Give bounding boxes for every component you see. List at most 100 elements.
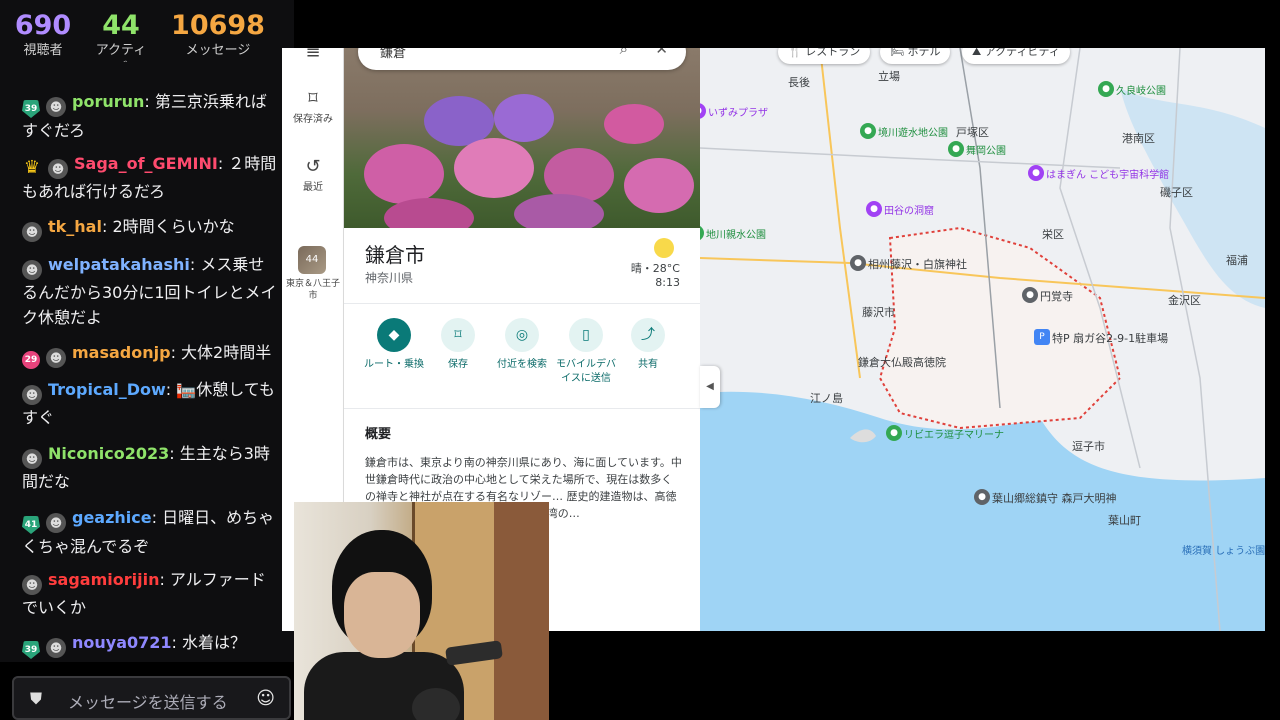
saved-button[interactable]: ⌑ 保存済み: [282, 88, 344, 125]
map-label[interactable]: いずみプラザ: [708, 104, 768, 119]
map-pin-icon[interactable]: ●: [1098, 81, 1114, 97]
map-label[interactable]: 立場: [878, 68, 900, 84]
photo-hydrangea: [604, 104, 664, 144]
map-label[interactable]: 鎌倉大仏殿高徳院: [858, 354, 946, 370]
map-label[interactable]: 福浦: [1226, 252, 1248, 268]
viewer-count: 690 視聴者: [14, 10, 72, 60]
category-chip[interactable]: 🍴 レストラン: [778, 48, 871, 64]
sub-badge-icon: 39: [22, 641, 40, 659]
menu-button[interactable]: ≡: [282, 48, 344, 64]
map-label[interactable]: 久良岐公園: [1116, 82, 1166, 97]
photo-hydrangea: [624, 158, 694, 213]
map-pin-icon[interactable]: ●: [850, 255, 866, 271]
action-label: 付近を検索: [497, 359, 547, 370]
webcam-microphone: [412, 688, 460, 720]
map-label[interactable]: 地川親水公園: [706, 226, 766, 241]
map-label[interactable]: 境川遊水地公園: [878, 124, 948, 139]
emoji-icon[interactable]: ☺: [256, 688, 275, 709]
map-label[interactable]: リビエラ逗子マリーナ: [904, 426, 1004, 441]
chat-message: ☻ tk_hal: 2時間くらいかな: [22, 214, 280, 242]
viewer-count-value: 690: [14, 10, 72, 41]
recent-place-label[interactable]: 東京＆八王子市: [282, 278, 344, 302]
chat-username[interactable]: Niconico2023: [48, 444, 169, 463]
user-avatar-icon: ☻: [22, 222, 42, 242]
map-label[interactable]: 円覚寺: [1040, 288, 1073, 304]
collapse-panel-button[interactable]: ◀: [700, 366, 720, 408]
chat-input[interactable]: ⛊ メッセージを送信する ☺: [12, 676, 291, 720]
divider: [344, 303, 700, 304]
map-label[interactable]: 藤沢市: [862, 304, 895, 320]
map-pin-icon[interactable]: ●: [860, 123, 876, 139]
map-pin-icon[interactable]: ●: [974, 489, 990, 505]
map-pin-icon[interactable]: ●: [1022, 287, 1038, 303]
recent-button[interactable]: ↺ 最近: [282, 156, 344, 193]
category-chip[interactable]: ⛰ アクティビティ: [962, 48, 1070, 64]
chat-message: 39 ☻ nouya0721: 水着は？: [22, 630, 280, 659]
history-icon: ↺: [305, 156, 321, 177]
action-label: 共有: [638, 359, 658, 370]
chat-username[interactable]: porurun: [72, 92, 144, 111]
chevron-left-icon: ◀: [706, 381, 714, 392]
close-icon[interactable]: ✕: [655, 48, 668, 58]
category-chip[interactable]: 🛏 ホテル: [880, 48, 951, 64]
map-pin-icon[interactable]: P: [1034, 329, 1050, 345]
chat-username[interactable]: geazhice: [72, 508, 152, 527]
map-pin-icon[interactable]: ●: [866, 201, 882, 217]
weather-info: 晴・28°C 8:13: [631, 262, 680, 290]
map-label[interactable]: 金沢区: [1168, 292, 1201, 308]
recent-place-thumbnail[interactable]: 44: [298, 246, 326, 274]
photo-hydrangea: [454, 138, 534, 198]
user-avatar-icon: ☻: [46, 97, 66, 117]
chat-username[interactable]: sagamiorijin: [48, 570, 159, 589]
action-button[interactable]: ◆ ルート・乗換: [362, 318, 426, 372]
chat-username[interactable]: tk_hal: [48, 217, 102, 236]
sub-badge-icon: 29: [22, 351, 40, 369]
map-label[interactable]: 舞岡公園: [966, 142, 1006, 157]
chat-message: ☻ welpatakahashi: メス乗せるんだから30分に1回トイレとメイク休…: [22, 252, 280, 330]
chat-username[interactable]: masadonjp: [72, 343, 171, 362]
chat-username[interactable]: nouya0721: [72, 633, 172, 652]
chat-username[interactable]: Saga_of_GEMINI: [74, 154, 218, 173]
map-label[interactable]: 田谷の洞窟: [884, 202, 934, 217]
user-avatar-icon: ☻: [46, 348, 66, 368]
map-label[interactable]: 相州藤沢・白旗神社: [868, 256, 967, 272]
map-label[interactable]: 特P 扇ガ谷2-9-1駐車場: [1052, 330, 1168, 346]
map-label[interactable]: 江ノ島: [810, 390, 843, 406]
map-canvas[interactable]: 🍴 レストラン🛏 ホテル⛰ アクティビティ 長後立場●いずみプラザ●境川遊水地公…: [700, 48, 1265, 631]
local-time: 8:13: [655, 276, 680, 289]
action-button[interactable]: ◎ 付近を検索: [490, 318, 554, 372]
map-label[interactable]: 栄区: [1042, 226, 1064, 242]
chat-message: ☻ sagamiorijin: アルファードでいくか: [22, 567, 280, 620]
map-label[interactable]: はまぎん こども宇宙科学館: [1046, 166, 1169, 181]
map-pin-icon[interactable]: ●: [886, 425, 902, 441]
map-label[interactable]: 戸塚区: [956, 124, 989, 140]
user-avatar-icon: ☻: [22, 385, 42, 405]
place-subtitle: 神奈川県: [365, 271, 414, 285]
chat-message: 29 ☻ masadonjp: 大体2時間半: [22, 340, 280, 369]
map-label[interactable]: 横須賀 しょうぶ園: [1182, 542, 1265, 557]
place-photo[interactable]: [344, 48, 700, 228]
nearby-icon: ◎: [505, 318, 539, 352]
map-label[interactable]: 逗子市: [1072, 438, 1105, 454]
chat-username[interactable]: Tropical_Dow: [48, 380, 166, 399]
overview-heading: 概要: [365, 427, 392, 442]
chat-username[interactable]: welpatakahashi: [48, 255, 190, 274]
action-label: モバイルデバイスに送信: [556, 359, 616, 384]
map-label[interactable]: 葉山町: [1108, 512, 1141, 528]
search-icon[interactable]: ⌕: [620, 48, 628, 58]
search-input[interactable]: 鎌倉: [380, 48, 406, 61]
map-pin-icon[interactable]: ●: [948, 141, 964, 157]
search-box[interactable]: 鎌倉 ⌕ ✕: [358, 48, 686, 70]
map-pin-icon[interactable]: ●: [1028, 165, 1044, 181]
shield-icon[interactable]: ⛊: [30, 690, 48, 708]
action-button[interactable]: ⤴ 共有: [616, 318, 680, 372]
map-label[interactable]: 港南区: [1122, 130, 1155, 146]
message-count: 10698 メッセージ: [168, 10, 268, 60]
action-button[interactable]: ▯ モバイルデバイスに送信: [554, 318, 618, 386]
action-button[interactable]: ⌑ 保存: [426, 318, 490, 372]
chat-text: : 大体2時間半: [170, 343, 272, 362]
map-label[interactable]: 長後: [788, 74, 810, 90]
map-label[interactable]: 葉山郷総鎮守 森戸大明神: [992, 490, 1117, 506]
map-label[interactable]: 磯子区: [1160, 184, 1193, 200]
action-label: ルート・乗換: [364, 359, 424, 370]
